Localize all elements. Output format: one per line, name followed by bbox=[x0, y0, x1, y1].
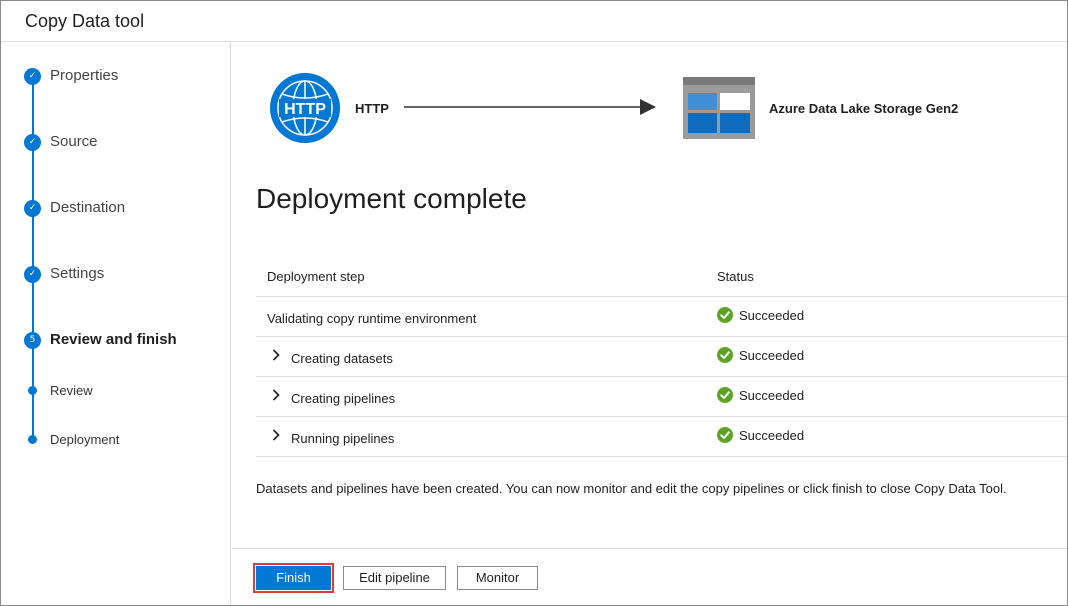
deployment-step-name: Running pipelines bbox=[291, 431, 395, 446]
completion-message: Datasets and pipelines have been created… bbox=[256, 481, 1007, 496]
substep-review[interactable]: Review bbox=[1, 381, 229, 401]
step-label: Destination bbox=[50, 199, 126, 216]
step-review-and-finish[interactable]: 5 Review and finish bbox=[1, 330, 229, 352]
step-label: Properties bbox=[50, 67, 119, 84]
step-label: Review and finish bbox=[50, 331, 177, 348]
wizard-sidebar: ✓ Properties ✓ Source ✓ Destination ✓ Se… bbox=[1, 42, 231, 605]
deployment-step-name: Creating datasets bbox=[291, 351, 393, 366]
table-header: Deployment step Status bbox=[256, 257, 1067, 297]
success-check-icon bbox=[717, 427, 733, 443]
success-check-icon bbox=[717, 347, 733, 363]
table-row[interactable]: Creating pipelines Succeeded bbox=[256, 377, 1067, 417]
substep-dot-icon bbox=[28, 386, 37, 395]
copy-flow-diagram: HTTP HTTP Azure Data Lake Storage Gen2 bbox=[232, 42, 1067, 182]
deployment-step-name: Creating pipelines bbox=[291, 391, 396, 406]
deployment-step-name: Validating copy runtime environment bbox=[267, 311, 477, 326]
step-properties[interactable]: ✓ Properties bbox=[1, 66, 229, 88]
data-lake-storage-icon bbox=[683, 77, 755, 139]
status-text: Succeeded bbox=[739, 348, 805, 363]
title-bar: Copy Data tool bbox=[1, 1, 1067, 42]
status-text: Succeeded bbox=[739, 428, 805, 443]
status-text: Succeeded bbox=[739, 308, 805, 323]
chevron-right-icon[interactable] bbox=[271, 388, 281, 402]
flow-arrow-icon bbox=[404, 99, 656, 115]
step-label: Settings bbox=[50, 265, 105, 282]
finish-button[interactable]: Finish bbox=[253, 563, 334, 593]
step-complete-icon: ✓ bbox=[24, 266, 41, 283]
table-row: Validating copy runtime environment Succ… bbox=[256, 297, 1067, 337]
main-panel: HTTP HTTP Azure Data Lake Storage Gen2 D… bbox=[232, 42, 1067, 605]
substep-label: Review bbox=[50, 383, 93, 398]
table-row[interactable]: Creating datasets Succeeded bbox=[256, 337, 1067, 377]
column-header-step: Deployment step bbox=[267, 269, 365, 284]
column-header-status: Status bbox=[717, 269, 754, 284]
edit-pipeline-button[interactable]: Edit pipeline bbox=[343, 566, 446, 590]
status-text: Succeeded bbox=[739, 388, 805, 403]
success-check-icon bbox=[717, 307, 733, 323]
step-destination[interactable]: ✓ Destination bbox=[1, 198, 229, 220]
destination-label: Azure Data Lake Storage Gen2 bbox=[769, 101, 959, 116]
step-label: Source bbox=[50, 133, 98, 150]
step-complete-icon: ✓ bbox=[24, 134, 41, 151]
footer-bar: Finish Edit pipeline Monitor bbox=[232, 548, 1067, 605]
substep-label: Deployment bbox=[50, 432, 120, 447]
monitor-button[interactable]: Monitor bbox=[457, 566, 538, 590]
substep-deployment[interactable]: Deployment bbox=[1, 430, 229, 450]
table-row[interactable]: Running pipelines Succeeded bbox=[256, 417, 1067, 457]
deployment-steps-table: Deployment step Status Validating copy r… bbox=[256, 257, 1067, 457]
copy-data-tool-window: Copy Data tool ✓ Properties ✓ Source ✓ D… bbox=[0, 0, 1068, 606]
step-number-icon: 5 bbox=[24, 332, 41, 349]
step-complete-icon: ✓ bbox=[24, 200, 41, 217]
page-title: Deployment complete bbox=[256, 183, 527, 214]
step-source[interactable]: ✓ Source bbox=[1, 132, 229, 154]
step-complete-icon: ✓ bbox=[24, 68, 41, 85]
chevron-right-icon[interactable] bbox=[271, 428, 281, 442]
chevron-right-icon[interactable] bbox=[271, 348, 281, 362]
window-title: Copy Data tool bbox=[25, 11, 145, 31]
http-icon-text: HTTP bbox=[284, 101, 326, 118]
http-globe-icon: HTTP bbox=[270, 73, 340, 143]
step-settings[interactable]: ✓ Settings bbox=[1, 264, 229, 286]
source-label: HTTP bbox=[355, 101, 389, 116]
substep-dot-icon bbox=[28, 435, 37, 444]
success-check-icon bbox=[717, 387, 733, 403]
